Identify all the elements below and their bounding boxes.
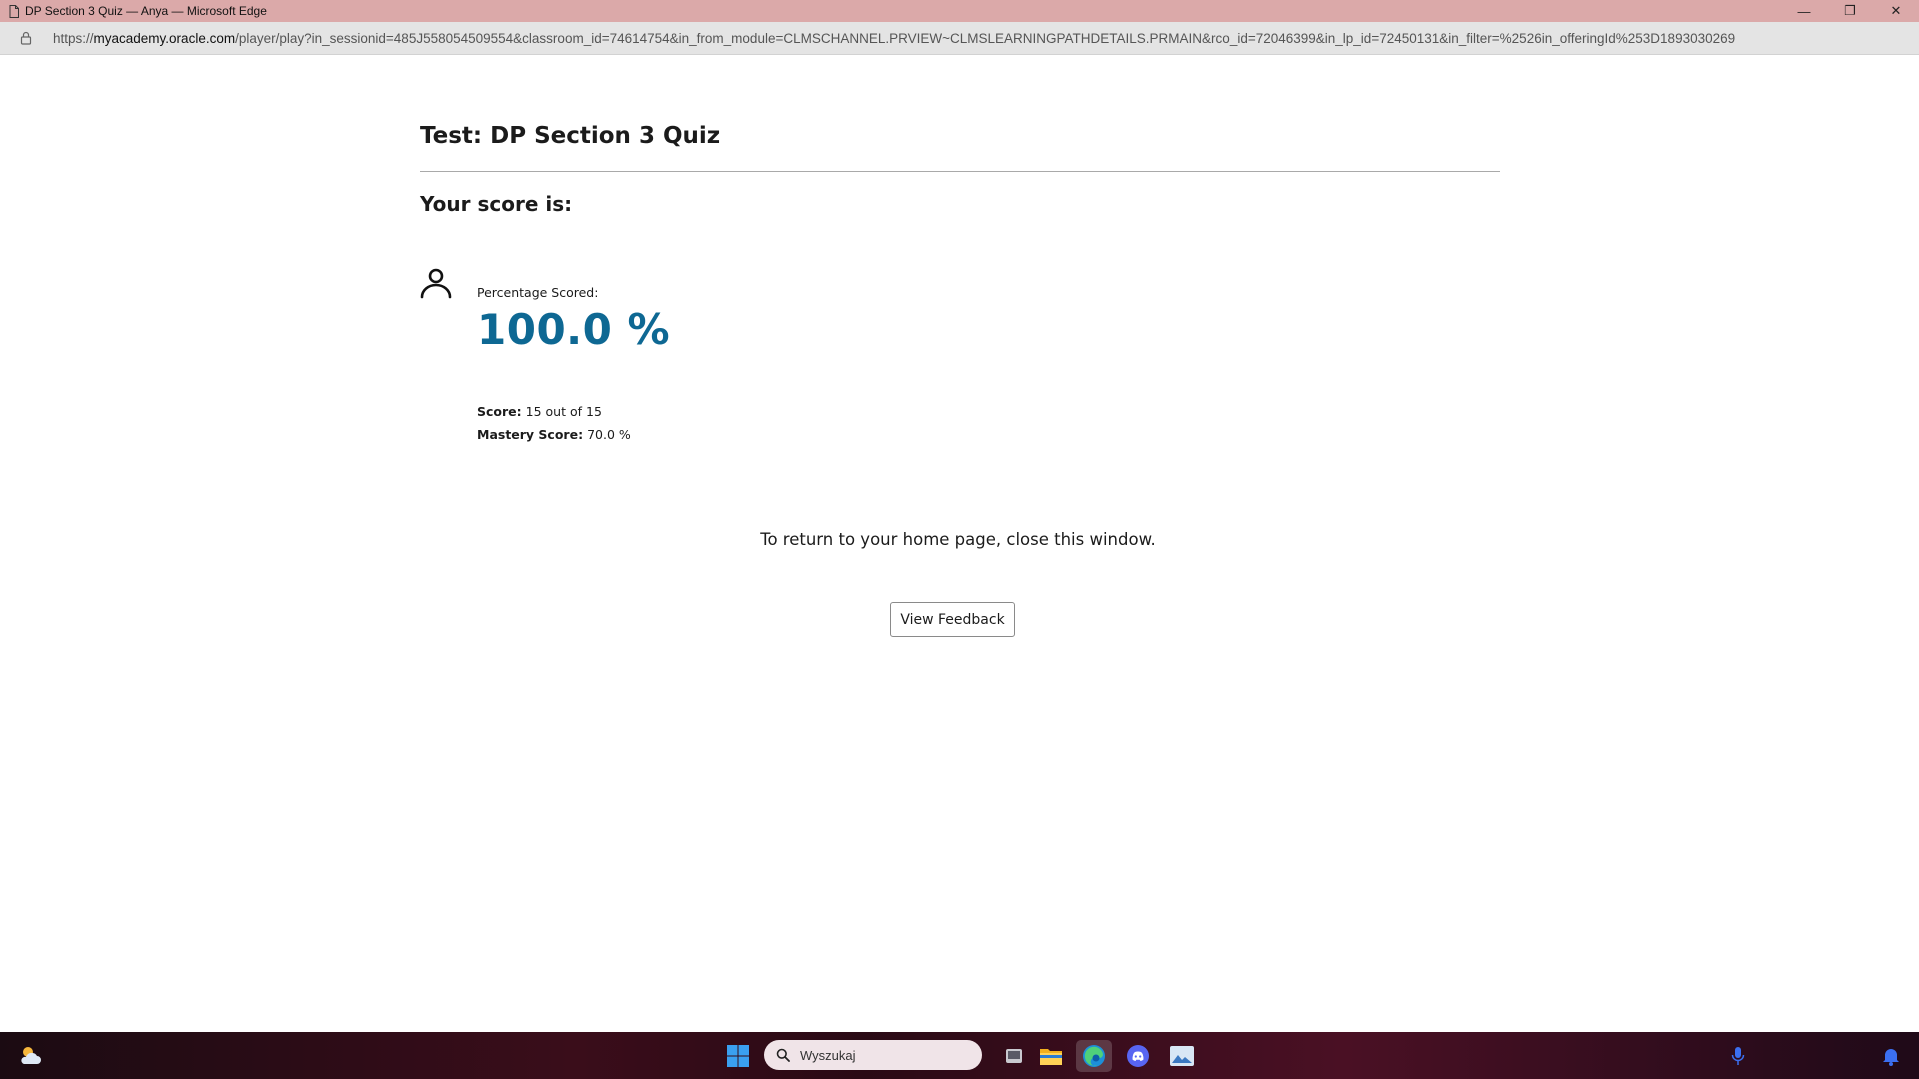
return-message-text: To return to your home page, close this … [760, 530, 1156, 549]
microphone-icon[interactable] [1728, 1040, 1748, 1072]
percentage-label: Percentage Scored: [477, 285, 599, 300]
lock-icon[interactable] [19, 31, 33, 45]
title-divider [420, 171, 1500, 172]
url-path: /player/play?in_sessionid=485J5580545095… [235, 30, 1736, 46]
url-scheme: https:// [53, 30, 94, 46]
mastery-score-value: 70.0 % [587, 427, 631, 442]
task-view-icon[interactable] [997, 1040, 1031, 1072]
score-heading: Your score is: [420, 192, 573, 216]
score-line: Score: 15 out of 15 [477, 404, 602, 419]
page-content: Test: DP Section 3 Quiz Your score is: P… [0, 55, 1919, 1032]
window-title-bar: DP Section 3 Quiz — Anya — Microsoft Edg… [0, 0, 1919, 22]
discord-icon[interactable] [1121, 1040, 1155, 1072]
score-label: Score: [477, 404, 522, 419]
url-host: myacademy.oracle.com [93, 30, 236, 46]
score-value: 15 out of 15 [525, 404, 602, 419]
taskbar-search-box[interactable]: Wyszukaj [764, 1040, 982, 1070]
percentage-value: 100.0 % [477, 305, 671, 354]
return-message: To return to your home page, close this … [0, 530, 1919, 549]
taskbar: Wyszukaj [0, 1032, 1919, 1079]
weather-icon[interactable] [14, 1040, 48, 1072]
start-icon[interactable] [721, 1040, 755, 1072]
page-title: Test: DP Section 3 Quiz [420, 123, 721, 149]
file-explorer-icon[interactable] [1034, 1040, 1068, 1072]
restore-button[interactable]: ❐ [1827, 0, 1873, 22]
photos-icon[interactable] [1165, 1040, 1199, 1072]
address-bar[interactable]: https://myacademy.oracle.com/player/play… [0, 22, 1919, 55]
person-icon [419, 266, 453, 300]
mastery-score-label: Mastery Score: [477, 427, 584, 442]
document-icon [9, 4, 19, 18]
minimize-button[interactable]: — [1781, 0, 1827, 22]
notification-bell-icon[interactable] [1880, 1040, 1902, 1072]
window-title: DP Section 3 Quiz — Anya — Microsoft Edg… [25, 4, 267, 18]
view-feedback-button[interactable]: View Feedback [890, 602, 1015, 637]
close-button[interactable]: ✕ [1873, 0, 1919, 22]
mastery-score-line: Mastery Score: 70.0 % [477, 427, 631, 442]
search-icon [776, 1048, 790, 1062]
edge-icon[interactable] [1076, 1040, 1112, 1072]
search-placeholder: Wyszukaj [800, 1047, 856, 1063]
